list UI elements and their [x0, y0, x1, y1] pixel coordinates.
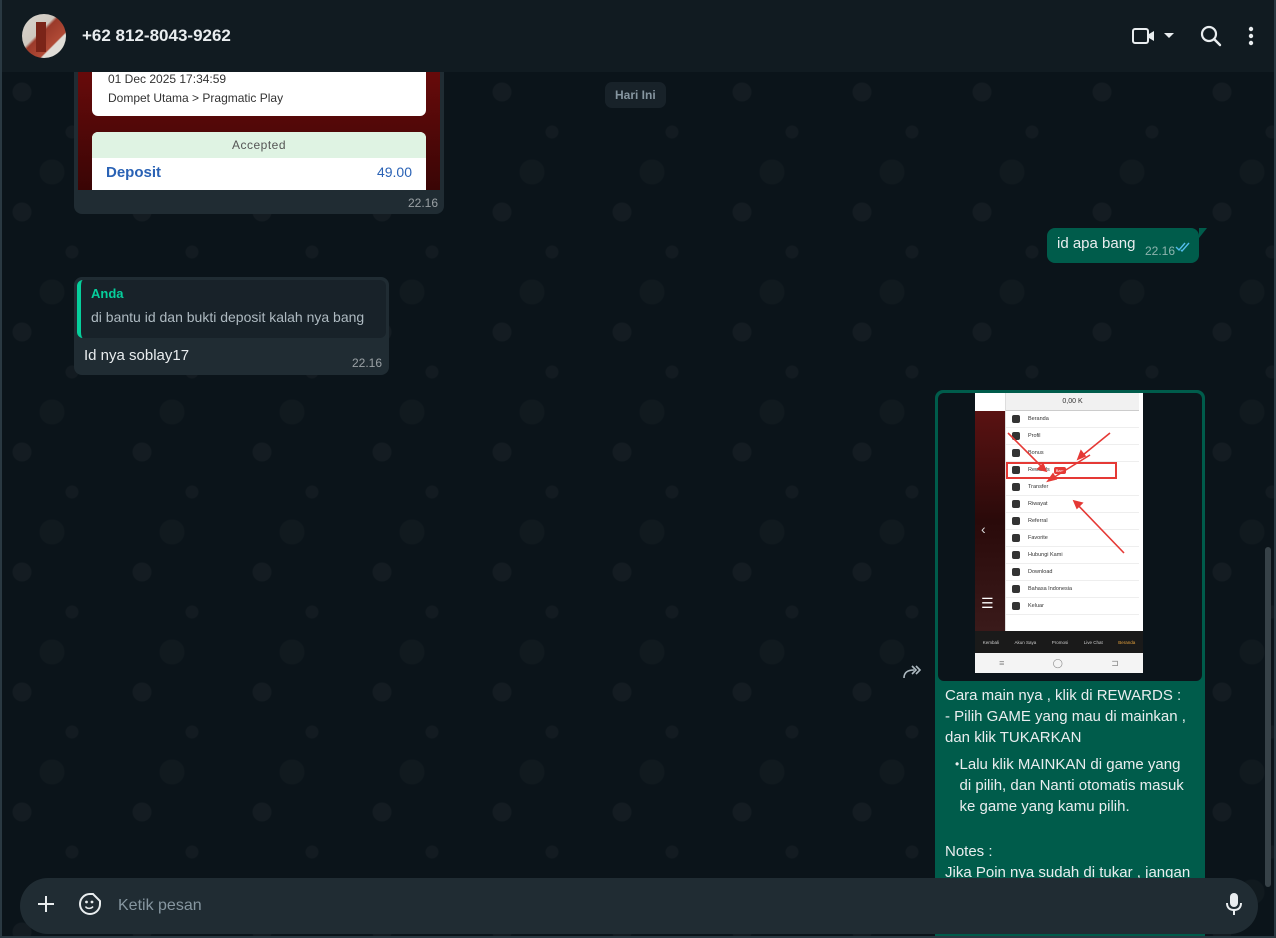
receipt-status-card: Accepted Deposit 49.00 [92, 132, 426, 190]
more-vert-icon [1248, 26, 1254, 46]
chat-header: +62 812-8043-9262 [2, 0, 1274, 72]
receipt-amount: 49.00 [376, 164, 412, 180]
search-button[interactable] [1200, 25, 1222, 47]
receipt-wallet: Dompet Utama > Pragmatic Play [108, 91, 284, 105]
receipt-status: Accepted [92, 132, 426, 158]
quoted-message[interactable]: Anda di bantu id dan bukti deposit kalah… [77, 280, 386, 338]
avatar[interactable] [22, 14, 66, 58]
rewards-tutorial-image[interactable]: ‹ ☰ 0,00 K Beranda Profil Bonus RewardsB… [938, 393, 1202, 681]
sticker-button[interactable] [78, 892, 102, 921]
forward-icon [902, 665, 922, 684]
message-list[interactable]: 01 Dec 2025 17:34:59 Dompet Utama > Prag… [2, 62, 1274, 936]
image-caption: Cara main nya , klik di REWARDS : - Pili… [945, 687, 1191, 881]
contact-name[interactable]: +62 812-8043-9262 [82, 26, 231, 46]
message-text: id apa bang [1057, 235, 1136, 252]
mic-icon [1226, 892, 1242, 921]
video-call-icon [1132, 26, 1156, 46]
message-input[interactable] [118, 897, 1226, 915]
annotation-arrows [1007, 432, 1125, 554]
forward-button[interactable] [902, 664, 922, 685]
chevron-down-icon [1164, 33, 1174, 39]
message-time: 22.16 [407, 196, 438, 210]
plus-icon [36, 894, 56, 919]
receipt-datetime: 01 Dec 2025 17:34:59 [108, 72, 227, 86]
attach-button[interactable] [36, 894, 56, 919]
sticker-icon [78, 892, 102, 921]
incoming-message[interactable]: Anda di bantu id dan bukti deposit kalah… [74, 277, 389, 375]
voice-message-button[interactable] [1226, 892, 1242, 921]
deposit-receipt-image[interactable]: 01 Dec 2025 17:34:59 Dompet Utama > Prag… [78, 62, 440, 190]
receipt-type: Deposit [106, 164, 162, 181]
menu-button[interactable] [1248, 26, 1254, 46]
double-check-icon [1175, 239, 1191, 256]
scrollbar[interactable] [1265, 547, 1271, 887]
message-text: Id nya soblay17 [84, 347, 190, 364]
chat-window: +62 812-8043-9262 01 Dec 2025 17:34:59 D… [0, 0, 1276, 938]
image-message[interactable]: 01 Dec 2025 17:34:59 Dompet Utama > Prag… [74, 62, 444, 214]
quoted-text: di bantu id dan bukti deposit kalah nya … [91, 309, 365, 325]
message-time: 22.16 [1144, 244, 1175, 258]
video-call-button[interactable] [1132, 26, 1174, 46]
search-icon [1200, 25, 1222, 47]
message-composer [20, 878, 1258, 934]
date-divider: Hari Ini [605, 82, 666, 108]
outgoing-message[interactable]: id apa bang 22.16 [1047, 228, 1207, 263]
message-time: 22.16 [351, 356, 382, 370]
outgoing-image-message[interactable]: ‹ ☰ 0,00 K Beranda Profil Bonus RewardsB… [935, 390, 1205, 936]
quoted-author: Anda [91, 286, 124, 301]
